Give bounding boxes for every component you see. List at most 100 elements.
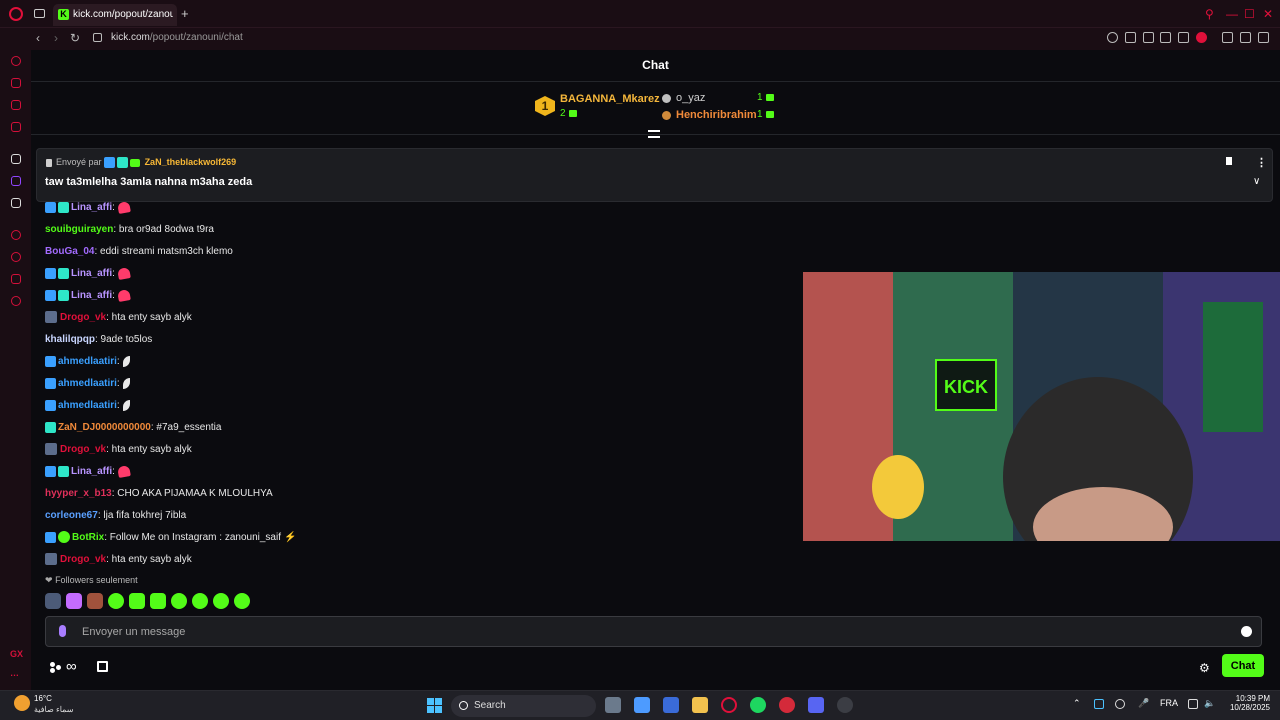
stream-video[interactable]: KICK [803,272,1280,541]
leaderboard-name-2[interactable]: o_yaz [676,92,705,104]
emote-icon[interactable] [234,593,250,609]
settings-sidebar-icon[interactable] [11,296,21,306]
chat-message: Drogo_vk: hta enty sayb alyk [45,442,192,458]
emote-icon[interactable] [129,593,145,609]
settings-icon[interactable]: ⚙ [1199,661,1210,675]
chat-username[interactable]: hyyper_x_b13 [45,488,112,499]
microphone-icon[interactable] [59,625,66,637]
volume-icon[interactable]: 🔈 [1204,698,1215,709]
heart-icon[interactable] [1196,32,1207,43]
microphone-tray-icon[interactable]: 🎤 [1138,698,1149,709]
pinned-user[interactable]: ZaN_theblackwolf269 [145,157,237,167]
x-icon[interactable] [11,198,21,208]
kick-points-icon[interactable] [50,662,62,674]
emote-icon[interactable] [108,593,124,609]
discord-icon[interactable] [808,697,824,713]
twitch-icon[interactable] [11,176,21,186]
profile-icon[interactable] [1222,32,1233,43]
windows-start-icon[interactable] [427,698,442,713]
tray-cloud-icon[interactable] [1115,699,1125,709]
leaderboard-name-3[interactable]: Henchiribrahim [676,109,757,121]
language-indicator[interactable]: FRA [1160,698,1178,708]
maximize-icon[interactable]: ☐ [1244,7,1255,21]
chevron-down-icon[interactable]: ∨ [1253,176,1260,187]
workspaces-icon[interactable] [34,9,45,18]
close-icon[interactable]: ✕ [1263,7,1273,21]
chat-username[interactable]: Lina_affi [71,268,112,279]
new-tab-button[interactable]: + [181,6,189,21]
opera-logo-icon[interactable] [9,7,23,21]
play-icon[interactable] [1178,32,1189,43]
chat-username[interactable]: khalilqpqp [45,334,95,345]
minimize-icon[interactable]: — [1226,7,1238,21]
chat-username[interactable]: ZaN_DJ0000000000 [58,422,151,433]
task-view-icon[interactable] [605,697,621,713]
app-icon[interactable] [779,697,795,713]
gx-control-icon[interactable] [11,56,21,66]
network-icon[interactable] [1188,699,1198,709]
history-icon[interactable] [11,252,21,262]
player-icon[interactable] [11,122,21,132]
chat-username[interactable]: corleone67 [45,510,98,521]
reload-icon[interactable]: ↻ [70,31,80,45]
chat-username[interactable]: Drogo_vk [60,312,106,323]
unpin-icon[interactable] [1226,157,1232,165]
store-app-icon[interactable] [663,697,679,713]
back-icon[interactable]: ‹ [36,31,40,45]
taskbar-search[interactable]: Search [451,695,596,717]
emote-icon[interactable] [192,593,208,609]
chat-username[interactable]: Lina_affi [71,466,112,477]
chat-username[interactable]: ahmedlaatiri [58,400,117,411]
heart-emote-icon [117,200,131,214]
kick-sidebar-icon[interactable] [11,154,21,164]
music-player-icon[interactable] [11,230,21,240]
download-icon[interactable] [1240,32,1251,43]
browser-tab[interactable]: K kick.com/popout/zanouni [53,4,177,26]
zoom-icon[interactable] [1107,32,1118,43]
emote-icon[interactable] [45,593,61,609]
gx-corner-icon[interactable] [11,78,21,88]
chat-username[interactable]: Lina_affi [71,202,112,213]
chat-username[interactable]: BouGa_04 [45,246,94,257]
weather-moon-icon[interactable] [14,695,30,711]
chat-username[interactable]: Drogo_vk [60,444,106,455]
file-explorer-icon[interactable] [692,697,708,713]
steam-icon[interactable] [837,697,853,713]
emoji-icon[interactable] [1241,626,1252,637]
taskbar-clock[interactable]: 10:39 PM 10/28/2025 [1226,694,1270,712]
store-icon[interactable] [97,661,108,672]
more-options-icon[interactable]: ⋮ [1256,156,1267,169]
chat-username[interactable]: ahmedlaatiri [58,356,117,367]
tray-app-icon[interactable] [1094,699,1104,709]
emote-icon[interactable] [66,593,82,609]
emote-icon[interactable] [150,593,166,609]
shield-icon[interactable] [1160,32,1171,43]
url-field[interactable]: kick.com/popout/zanouni/chat [111,32,243,43]
emote-icon[interactable] [213,593,229,609]
opera-gx-icon[interactable] [721,697,737,713]
chat-username[interactable]: souibguirayen [45,224,113,235]
leaderboard-name-1[interactable]: BAGANNA_Mkarez [560,93,660,105]
infinity-icon[interactable]: ∞ [66,658,77,675]
clock-time: 10:39 PM [1235,694,1270,703]
menu-icon[interactable] [1258,32,1269,43]
messenger-icon[interactable] [11,100,21,110]
tray-expand-icon[interactable]: ⌃ [1073,698,1081,709]
chat-username[interactable]: Drogo_vk [60,554,106,565]
emote-icon[interactable] [87,593,103,609]
forward-icon[interactable]: › [54,31,58,45]
search-tabs-icon[interactable]: ⚲ [1205,7,1214,21]
pin-icon[interactable] [1125,32,1136,43]
chat-username[interactable]: ahmedlaatiri [58,378,117,389]
chat-username[interactable]: BotRix [72,532,104,543]
chat-username[interactable]: Lina_affi [71,290,112,301]
more-icon[interactable]: … [10,668,19,678]
send-chat-button[interactable]: Chat [1222,654,1264,677]
emote-icon[interactable] [171,593,187,609]
spotify-icon[interactable] [750,697,766,713]
collapse-leaderboard-icon[interactable] [648,130,660,138]
message-input[interactable] [82,617,1222,646]
snapshot-icon[interactable] [1143,32,1154,43]
copilot-icon[interactable] [634,697,650,713]
extensions-icon[interactable] [11,274,21,284]
